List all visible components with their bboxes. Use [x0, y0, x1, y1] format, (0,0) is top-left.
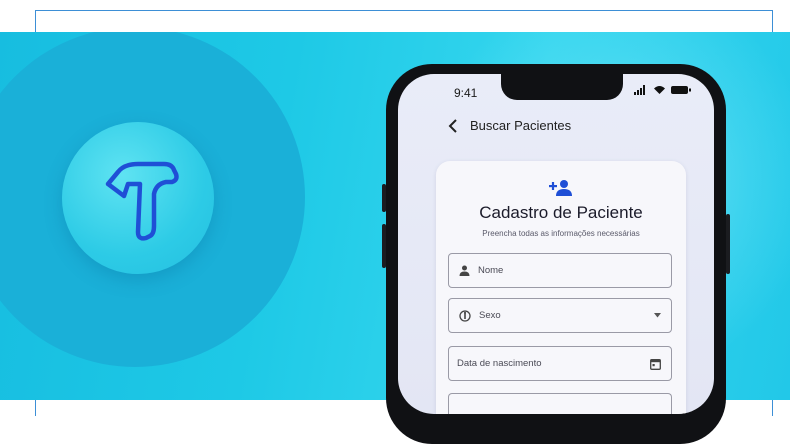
- name-field-label: Nome: [478, 265, 504, 276]
- status-time: 9:41: [454, 86, 478, 100]
- status-icons: [634, 85, 691, 95]
- birth-date-field[interactable]: Data de nascimento: [448, 346, 672, 381]
- phone-notch: [501, 74, 623, 100]
- name-field[interactable]: Nome: [448, 253, 672, 288]
- wifi-icon: [654, 86, 665, 94]
- battery-icon: [671, 86, 691, 94]
- calendar-icon[interactable]: [650, 347, 661, 380]
- phone-screen: 9:41 Buscar Pacientes Cadastro de Pacien…: [398, 74, 714, 414]
- top-nav: Buscar Pacientes: [448, 118, 571, 133]
- frame-right-line: [772, 10, 773, 32]
- signal-icon: [634, 85, 645, 95]
- sex-select-label: Sexo: [479, 310, 501, 321]
- form-subtitle: Preencha todas as informações necessária…: [482, 229, 640, 238]
- phone-side-button: [382, 184, 386, 212]
- frame-top-line: [35, 10, 773, 11]
- gender-icon: [459, 309, 471, 322]
- form-title: Cadastro de Paciente: [479, 203, 643, 222]
- brand-logo-icon: [105, 161, 179, 241]
- frame-left-bottom-line: [35, 400, 36, 416]
- nav-title[interactable]: Buscar Pacientes: [470, 118, 571, 133]
- back-chevron-icon[interactable]: [448, 118, 458, 133]
- registration-card: Cadastro de Paciente Preencha todas as i…: [436, 161, 686, 414]
- phone-power-button: [726, 214, 730, 274]
- frame-left-line: [35, 10, 36, 32]
- birth-date-label: Data de nascimento: [457, 358, 542, 369]
- person-icon: [459, 265, 470, 276]
- phone-volume-button: [382, 224, 386, 268]
- next-field[interactable]: [448, 393, 672, 414]
- sex-select[interactable]: Sexo: [448, 298, 672, 333]
- frame-right-bottom-line: [772, 400, 773, 416]
- chevron-down-icon: [654, 299, 661, 332]
- person-add-icon: [549, 180, 572, 196]
